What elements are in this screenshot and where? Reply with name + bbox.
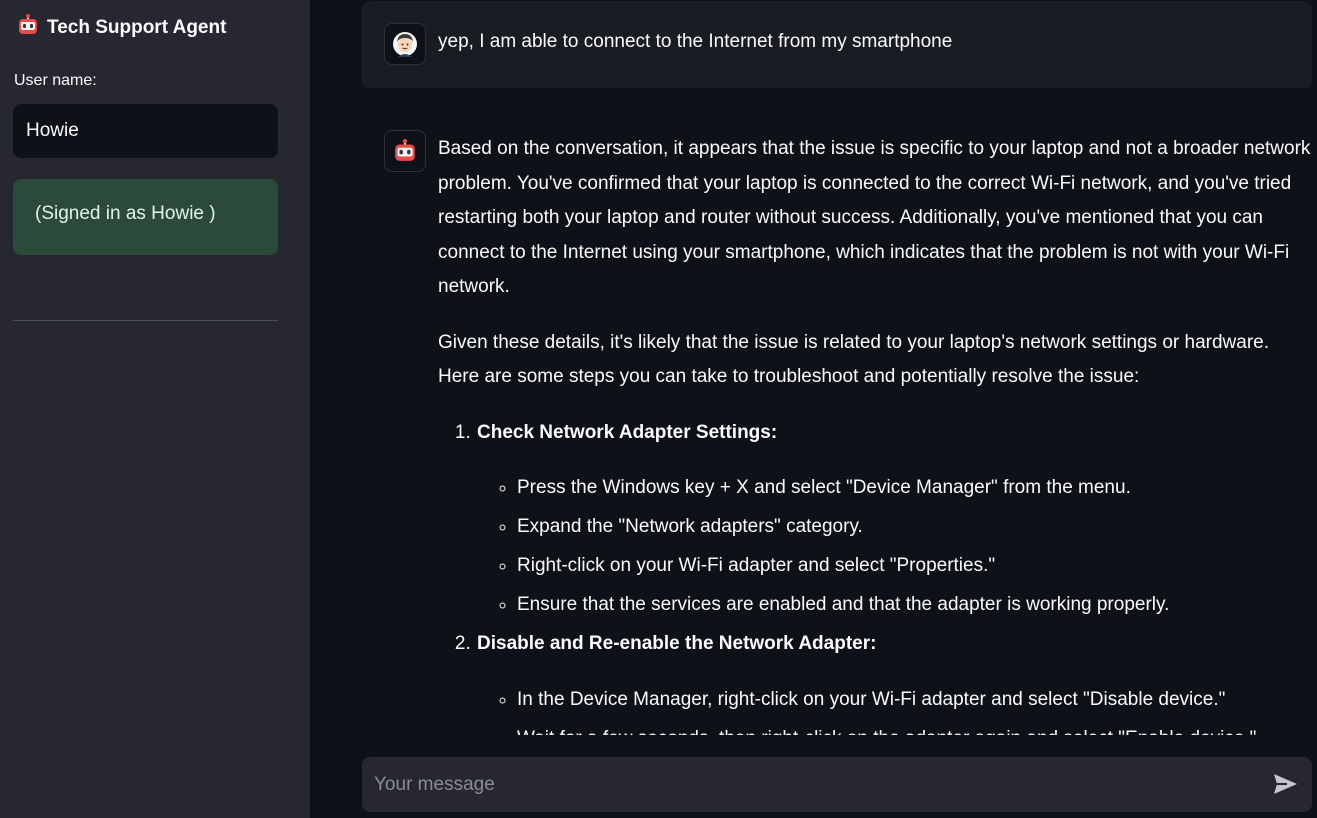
sidebar: Tech Support Agent User name: (Signed in… [0,0,310,818]
step-substeps: Press the Windows key + X and select "De… [477,471,1313,623]
chat-message-input[interactable] [362,757,1242,812]
substep-item: Wait for a few seconds, then right-click… [517,722,1313,736]
step-title: Check Network Adapter Settings: [477,421,778,443]
step-item: Check Network Adapter Settings: Press th… [476,416,1313,623]
app-title-text: Tech Support Agent [47,17,227,38]
chat-history[interactable]: yep, I am able to connect to the Interne… [310,0,1317,735]
sidebar-divider [13,320,278,321]
substep-item: Press the Windows key + X and select "De… [517,471,1313,506]
steps-list: Check Network Adapter Settings: Press th… [438,416,1313,736]
step-title: Disable and Re-enable the Network Adapte… [477,633,877,654]
person-avatar-icon [384,23,426,65]
assistant-paragraph: Given these details, it's likely that th… [438,331,1269,388]
assistant-paragraph: Based on the conversation, it appears th… [438,138,1311,297]
step-substeps: In the Device Manager, right-click on yo… [477,683,1313,736]
substep-item: In the Device Manager, right-click on yo… [517,683,1313,718]
substep-item: Ensure that the services are enabled and… [517,588,1313,623]
user-name-label: User name: [14,72,97,89]
assistant-message-content: Based on the conversation, it appears th… [438,132,1313,735]
signed-in-status: (Signed in as Howie ) [13,179,278,255]
chat-input-bar [362,757,1312,812]
robot-icon [384,130,426,172]
send-icon [1271,774,1299,801]
user-message-text: yep, I am able to connect to the Interne… [438,31,953,52]
substep-item: Expand the "Network adapters" category. [517,510,1313,545]
substep-item: Right-click on your Wi-Fi adapter and se… [517,549,1313,584]
user-name-input[interactable] [13,104,278,158]
robot-icon [17,14,39,42]
send-button[interactable] [1270,770,1300,800]
user-message: yep, I am able to connect to the Interne… [362,1,1312,88]
step-item: Disable and Re-enable the Network Adapte… [476,627,1313,735]
main-chat-area: yep, I am able to connect to the Interne… [310,0,1317,818]
app-title: Tech Support Agent [17,14,226,42]
